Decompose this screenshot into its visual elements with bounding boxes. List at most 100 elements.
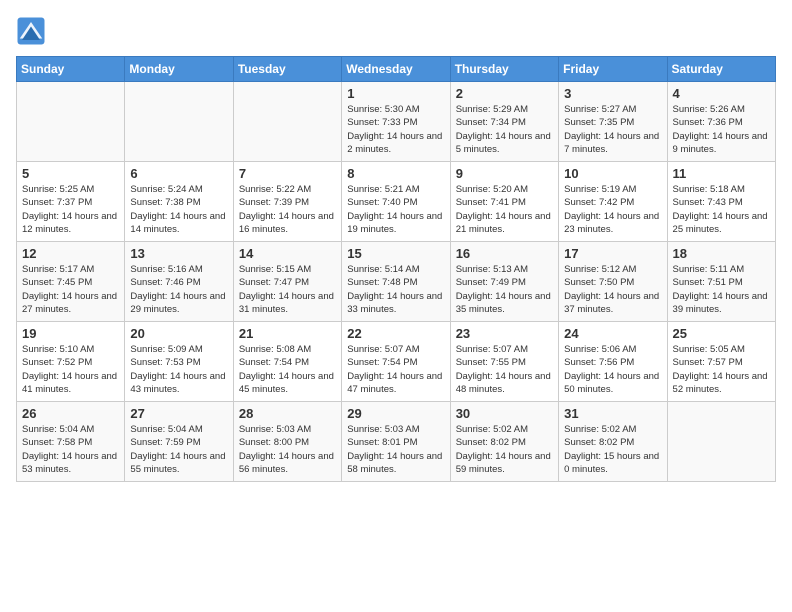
day-number: 4 — [673, 86, 770, 101]
day-info: Sunrise: 5:18 AMSunset: 7:43 PMDaylight:… — [673, 183, 770, 236]
header-cell: Thursday — [450, 57, 558, 82]
day-info: Sunrise: 5:03 AMSunset: 8:01 PMDaylight:… — [347, 423, 444, 476]
day-info: Sunrise: 5:16 AMSunset: 7:46 PMDaylight:… — [130, 263, 227, 316]
day-info: Sunrise: 5:30 AMSunset: 7:33 PMDaylight:… — [347, 103, 444, 156]
calendar-cell: 24 Sunrise: 5:06 AMSunset: 7:56 PMDayligh… — [559, 322, 667, 402]
calendar-week-row: 19 Sunrise: 5:10 AMSunset: 7:52 PMDayligh… — [17, 322, 776, 402]
calendar-cell: 2 Sunrise: 5:29 AMSunset: 7:34 PMDaylight… — [450, 82, 558, 162]
calendar-week-row: 26 Sunrise: 5:04 AMSunset: 7:58 PMDayligh… — [17, 402, 776, 482]
day-info: Sunrise: 5:04 AMSunset: 7:58 PMDaylight:… — [22, 423, 119, 476]
day-info: Sunrise: 5:03 AMSunset: 8:00 PMDaylight:… — [239, 423, 336, 476]
header-row: SundayMondayTuesdayWednesdayThursdayFrid… — [17, 57, 776, 82]
day-info: Sunrise: 5:02 AMSunset: 8:02 PMDaylight:… — [564, 423, 661, 476]
calendar-cell: 6Sunrise: 5:24 AMSunset: 7:38 PMDaylight… — [125, 162, 233, 242]
day-info: Sunrise: 5:25 AMSunset: 7:37 PMDaylight:… — [22, 183, 119, 236]
calendar-cell: 18 Sunrise: 5:11 AMSunset: 7:51 PMDayligh… — [667, 242, 775, 322]
calendar-body: 1 Sunrise: 5:30 AMSunset: 7:33 PMDaylight… — [17, 82, 776, 482]
calendar-cell: 8Sunrise: 5:21 AMSunset: 7:40 PMDaylight… — [342, 162, 450, 242]
day-info: Sunrise: 5:20 AMSunset: 7:41 PMDaylight:… — [456, 183, 553, 236]
header-cell: Tuesday — [233, 57, 341, 82]
day-info: Sunrise: 5:14 AMSunset: 7:48 PMDaylight:… — [347, 263, 444, 316]
logo — [16, 16, 50, 46]
header-cell: Monday — [125, 57, 233, 82]
day-number: 25 — [673, 326, 770, 341]
day-number: 11 — [673, 166, 770, 181]
page-header — [16, 16, 776, 46]
calendar-week-row: 12 Sunrise: 5:17 AMSunset: 7:45 PMDayligh… — [17, 242, 776, 322]
day-number: 7 — [239, 166, 336, 181]
day-number: 2 — [456, 86, 553, 101]
day-number: 8 — [347, 166, 444, 181]
calendar-table: SundayMondayTuesdayWednesdayThursdayFrid… — [16, 56, 776, 482]
day-number: 20 — [130, 326, 227, 341]
logo-icon — [16, 16, 46, 46]
day-info: Sunrise: 5:02 AMSunset: 8:02 PMDaylight:… — [456, 423, 553, 476]
calendar-cell: 4 Sunrise: 5:26 AMSunset: 7:36 PMDaylight… — [667, 82, 775, 162]
day-number: 22 — [347, 326, 444, 341]
day-number: 17 — [564, 246, 661, 261]
calendar-cell: 29 Sunrise: 5:03 AMSunset: 8:01 PMDayligh… — [342, 402, 450, 482]
day-info: Sunrise: 5:29 AMSunset: 7:34 PMDaylight:… — [456, 103, 553, 156]
calendar-cell: 22Sunrise: 5:07 AMSunset: 7:54 PMDayligh… — [342, 322, 450, 402]
calendar-cell: 17 Sunrise: 5:12 AMSunset: 7:50 PMDayligh… — [559, 242, 667, 322]
day-info: Sunrise: 5:12 AMSunset: 7:50 PMDaylight:… — [564, 263, 661, 316]
header-cell: Sunday — [17, 57, 125, 82]
calendar-cell: 9 Sunrise: 5:20 AMSunset: 7:41 PMDaylight… — [450, 162, 558, 242]
calendar-cell: 27 Sunrise: 5:04 AMSunset: 7:59 PMDayligh… — [125, 402, 233, 482]
calendar-week-row: 5Sunrise: 5:25 AMSunset: 7:37 PMDaylight… — [17, 162, 776, 242]
calendar-cell: 23 Sunrise: 5:07 AMSunset: 7:55 PMDayligh… — [450, 322, 558, 402]
calendar-cell: 7 Sunrise: 5:22 AMSunset: 7:39 PMDaylight… — [233, 162, 341, 242]
calendar-cell: 20Sunrise: 5:09 AMSunset: 7:53 PMDayligh… — [125, 322, 233, 402]
header-cell: Wednesday — [342, 57, 450, 82]
day-info: Sunrise: 5:11 AMSunset: 7:51 PMDaylight:… — [673, 263, 770, 316]
day-number: 31 — [564, 406, 661, 421]
day-number: 27 — [130, 406, 227, 421]
calendar-cell: 31 Sunrise: 5:02 AMSunset: 8:02 PMDayligh… — [559, 402, 667, 482]
day-info: Sunrise: 5:26 AMSunset: 7:36 PMDaylight:… — [673, 103, 770, 156]
day-number: 10 — [564, 166, 661, 181]
day-number: 9 — [456, 166, 553, 181]
calendar-cell: 21 Sunrise: 5:08 AMSunset: 7:54 PMDayligh… — [233, 322, 341, 402]
calendar-cell — [667, 402, 775, 482]
day-number: 29 — [347, 406, 444, 421]
header-cell: Saturday — [667, 57, 775, 82]
day-number: 26 — [22, 406, 119, 421]
calendar-cell: 19 Sunrise: 5:10 AMSunset: 7:52 PMDayligh… — [17, 322, 125, 402]
calendar-cell: 1 Sunrise: 5:30 AMSunset: 7:33 PMDaylight… — [342, 82, 450, 162]
calendar-cell: 25 Sunrise: 5:05 AMSunset: 7:57 PMDayligh… — [667, 322, 775, 402]
day-number: 12 — [22, 246, 119, 261]
day-info: Sunrise: 5:08 AMSunset: 7:54 PMDaylight:… — [239, 343, 336, 396]
calendar-cell: 16Sunrise: 5:13 AMSunset: 7:49 PMDayligh… — [450, 242, 558, 322]
calendar-cell — [125, 82, 233, 162]
calendar-cell: 26 Sunrise: 5:04 AMSunset: 7:58 PMDayligh… — [17, 402, 125, 482]
day-number: 21 — [239, 326, 336, 341]
day-info: Sunrise: 5:10 AMSunset: 7:52 PMDaylight:… — [22, 343, 119, 396]
day-info: Sunrise: 5:04 AMSunset: 7:59 PMDaylight:… — [130, 423, 227, 476]
calendar-cell — [17, 82, 125, 162]
day-info: Sunrise: 5:06 AMSunset: 7:56 PMDaylight:… — [564, 343, 661, 396]
calendar-cell: 15Sunrise: 5:14 AMSunset: 7:48 PMDayligh… — [342, 242, 450, 322]
day-number: 14 — [239, 246, 336, 261]
day-info: Sunrise: 5:19 AMSunset: 7:42 PMDaylight:… — [564, 183, 661, 236]
calendar-cell: 5Sunrise: 5:25 AMSunset: 7:37 PMDaylight… — [17, 162, 125, 242]
calendar-cell — [233, 82, 341, 162]
day-number: 24 — [564, 326, 661, 341]
day-info: Sunrise: 5:22 AMSunset: 7:39 PMDaylight:… — [239, 183, 336, 236]
calendar-cell: 13 Sunrise: 5:16 AMSunset: 7:46 PMDayligh… — [125, 242, 233, 322]
day-number: 30 — [456, 406, 553, 421]
calendar-cell: 28 Sunrise: 5:03 AMSunset: 8:00 PMDayligh… — [233, 402, 341, 482]
day-number: 28 — [239, 406, 336, 421]
calendar-cell: 3Sunrise: 5:27 AMSunset: 7:35 PMDaylight… — [559, 82, 667, 162]
day-number: 18 — [673, 246, 770, 261]
day-info: Sunrise: 5:24 AMSunset: 7:38 PMDaylight:… — [130, 183, 227, 236]
day-number: 23 — [456, 326, 553, 341]
day-info: Sunrise: 5:07 AMSunset: 7:55 PMDaylight:… — [456, 343, 553, 396]
calendar-week-row: 1 Sunrise: 5:30 AMSunset: 7:33 PMDaylight… — [17, 82, 776, 162]
day-number: 3 — [564, 86, 661, 101]
day-info: Sunrise: 5:17 AMSunset: 7:45 PMDaylight:… — [22, 263, 119, 316]
day-number: 1 — [347, 86, 444, 101]
day-number: 19 — [22, 326, 119, 341]
day-number: 13 — [130, 246, 227, 261]
calendar-cell: 11 Sunrise: 5:18 AMSunset: 7:43 PMDayligh… — [667, 162, 775, 242]
day-info: Sunrise: 5:05 AMSunset: 7:57 PMDaylight:… — [673, 343, 770, 396]
